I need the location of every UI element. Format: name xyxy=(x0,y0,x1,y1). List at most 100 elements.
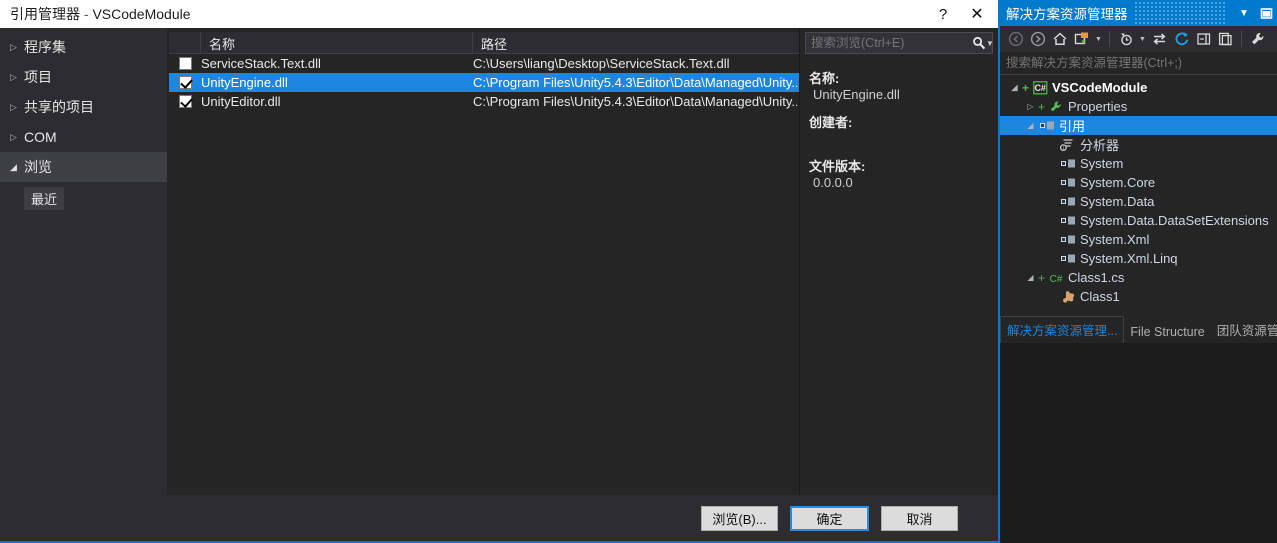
reference-icon xyxy=(1058,157,1078,170)
row-path: C:\Program Files\Unity5.4.3\Editor\Data\… xyxy=(473,94,797,109)
maximize-icon[interactable] xyxy=(1255,0,1277,26)
row-checkbox[interactable] xyxy=(178,95,192,108)
header-path-column[interactable]: 路径 xyxy=(473,32,797,54)
nav-item-assemblies[interactable]: ▷ 程序集 xyxy=(0,32,167,62)
nav-subitem-recent[interactable]: 最近 xyxy=(24,187,65,210)
tree-item-system-core[interactable]: System.Core xyxy=(1000,173,1277,192)
chevron-down-icon[interactable]: ◢ xyxy=(1024,273,1037,282)
tree-item-references[interactable]: ◢ 引用 xyxy=(1000,116,1277,135)
chevron-down-icon[interactable]: ▼ xyxy=(1137,36,1148,43)
nav-item-browse[interactable]: ◢ 浏览 xyxy=(0,152,167,182)
tree-item-label: System.Data xyxy=(1080,194,1155,209)
search-icon[interactable] xyxy=(972,36,986,50)
solution-explorer-tabs: 解决方案资源管理... File Structure 团队资源管理器 xyxy=(1000,316,1277,343)
table-row[interactable]: UnityEditor.dll C:\Program Files\Unity5.… xyxy=(169,92,799,111)
browse-search-box[interactable]: ▼ xyxy=(805,32,994,54)
table-row[interactable]: UnityEngine.dll C:\Program Files\Unity5.… xyxy=(169,73,799,92)
row-name: ServiceStack.Text.dll xyxy=(201,56,321,71)
nav-item-projects[interactable]: ▷ 项目 xyxy=(0,62,167,92)
nav-label: 浏览 xyxy=(24,159,52,175)
solution-explorer-panel: 解决方案资源管理器 ▼ ▼ ▼ 搜索解决方案资源管理器(Ctrl+;) ◢ + … xyxy=(1000,0,1277,343)
properties-icon[interactable] xyxy=(1247,28,1268,50)
home-icon[interactable] xyxy=(1049,28,1070,50)
nav-item-com[interactable]: ▷ COM xyxy=(0,122,167,152)
help-button[interactable]: ? xyxy=(926,0,960,28)
detail-fields: 名称: UnityEngine.dll 创建者: 文件版本: 0.0.0.0 xyxy=(800,54,998,191)
row-path: C:\Program Files\Unity5.4.3\Editor\Data\… xyxy=(473,75,797,90)
tree-item-system-xml[interactable]: System.Xml xyxy=(1000,230,1277,249)
tree-item-label: Properties xyxy=(1068,99,1128,114)
dialog-titlebar: 引用管理器 - VSCodeModule ? ✕ xyxy=(0,0,998,28)
tab-solution-explorer[interactable]: 解决方案资源管理... xyxy=(1000,316,1125,343)
solution-tree: ◢ + C# VSCodeModule ▷ + Properties ◢ 引用 … xyxy=(1000,75,1277,306)
chevron-down-icon: ◢ xyxy=(10,161,17,172)
tree-item-class1-cs[interactable]: ◢ + C# Class1.cs xyxy=(1000,268,1277,287)
svg-text:C#: C# xyxy=(1034,83,1046,93)
dialog-body: ▷ 程序集 ▷ 项目 ▷ 共享的项目 ▷ COM ◢ 浏览 最近 名称 路径 S… xyxy=(0,28,998,495)
toolbar-separator xyxy=(1109,31,1110,47)
back-icon[interactable] xyxy=(1005,28,1026,50)
source-control-plus-icon: + xyxy=(1037,270,1045,285)
wrench-icon xyxy=(1046,100,1066,114)
solution-search-input[interactable] xyxy=(1000,56,1277,70)
tree-item-system-data[interactable]: System.Data xyxy=(1000,192,1277,211)
browse-button[interactable]: 浏览(B)... xyxy=(701,505,778,531)
pending-changes-icon[interactable] xyxy=(1115,28,1136,50)
table-row[interactable]: ServiceStack.Text.dll C:\Users\liang\Des… xyxy=(169,54,799,73)
close-button[interactable]: ✕ xyxy=(960,0,994,28)
reference-icon xyxy=(1058,214,1078,227)
refresh-icon[interactable] xyxy=(1171,28,1192,50)
chevron-right-icon[interactable]: ▷ xyxy=(1024,102,1037,111)
tab-team-explorer[interactable]: 团队资源管理器 xyxy=(1211,317,1277,343)
tree-item-class1[interactable]: Class1 xyxy=(1000,287,1277,306)
row-checkbox-cell xyxy=(169,76,201,89)
search-input[interactable] xyxy=(806,36,972,50)
sync-icon[interactable] xyxy=(1149,28,1170,50)
reference-icon xyxy=(1058,233,1078,246)
tree-item-label: System.Data.DataSetExtensions xyxy=(1080,213,1269,228)
solution-explorer-title: 解决方案资源管理器 xyxy=(1006,7,1128,22)
forward-icon[interactable] xyxy=(1027,28,1048,50)
chevron-down-icon[interactable]: ◢ xyxy=(1024,121,1037,130)
screen: 引用管理器 - VSCodeModule ? ✕ ▷ 程序集 ▷ 项目 ▷ 共享… xyxy=(0,0,1277,543)
chevron-right-icon: ▷ xyxy=(10,131,17,142)
csharp-file-icon: C# xyxy=(1046,271,1066,285)
tree-item-system-xml-linq[interactable]: System.Xml.Linq xyxy=(1000,249,1277,268)
dialog-title: 引用管理器 - VSCodeModule xyxy=(0,4,191,24)
cancel-button[interactable]: 取消 xyxy=(881,505,958,531)
chevron-down-icon[interactable]: ▼ xyxy=(1093,36,1104,43)
show-all-files-icon[interactable] xyxy=(1215,28,1236,50)
tree-item-label: 分析器 xyxy=(1080,138,1120,153)
chevron-down-icon[interactable]: ▼ xyxy=(1233,0,1255,26)
dialog-title-main: 引用管理器 xyxy=(10,6,80,22)
ok-button[interactable]: 确定 xyxy=(790,505,869,531)
collapse-all-icon[interactable] xyxy=(1193,28,1214,50)
detail-creator-value xyxy=(809,131,993,147)
detail-name-label: 名称: xyxy=(809,71,840,86)
tab-file-structure[interactable]: File Structure xyxy=(1124,322,1210,343)
tree-item-system[interactable]: System xyxy=(1000,154,1277,173)
tree-item-system-data-datasetextensions[interactable]: System.Data.DataSetExtensions xyxy=(1000,211,1277,230)
header-name-column[interactable]: 名称 xyxy=(201,32,473,54)
reference-icon xyxy=(1058,176,1078,189)
nav-label: COM xyxy=(24,129,57,145)
tree-item-label: System.Xml.Linq xyxy=(1080,251,1178,266)
project-view-icon[interactable] xyxy=(1071,28,1092,50)
tree-item-properties[interactable]: ▷ + Properties xyxy=(1000,97,1277,116)
tree-item-analyzers[interactable]: i 分析器 xyxy=(1000,135,1277,154)
row-checkbox[interactable] xyxy=(178,76,192,89)
nav-item-shared-projects[interactable]: ▷ 共享的项目 xyxy=(0,92,167,122)
tree-item-label: Class1.cs xyxy=(1068,270,1125,285)
detail-name-value: UnityEngine.dll xyxy=(813,87,900,102)
tree-item-vscodemodule[interactable]: ◢ + C# VSCodeModule xyxy=(1000,78,1277,97)
csharp-project-icon: C# xyxy=(1030,80,1050,95)
chevron-down-icon[interactable]: ◢ xyxy=(1008,83,1021,92)
drag-handle[interactable] xyxy=(1133,0,1227,26)
svg-text:C#: C# xyxy=(1049,274,1062,285)
row-checkbox[interactable] xyxy=(178,57,192,70)
titlebar-buttons: ? ✕ xyxy=(926,0,994,28)
solution-explorer-search[interactable] xyxy=(1000,52,1277,75)
tree-item-label: 引用 xyxy=(1059,119,1086,134)
chevron-down-icon[interactable]: ▼ xyxy=(986,39,994,48)
dialog-title-project: VSCodeModule xyxy=(92,6,191,22)
